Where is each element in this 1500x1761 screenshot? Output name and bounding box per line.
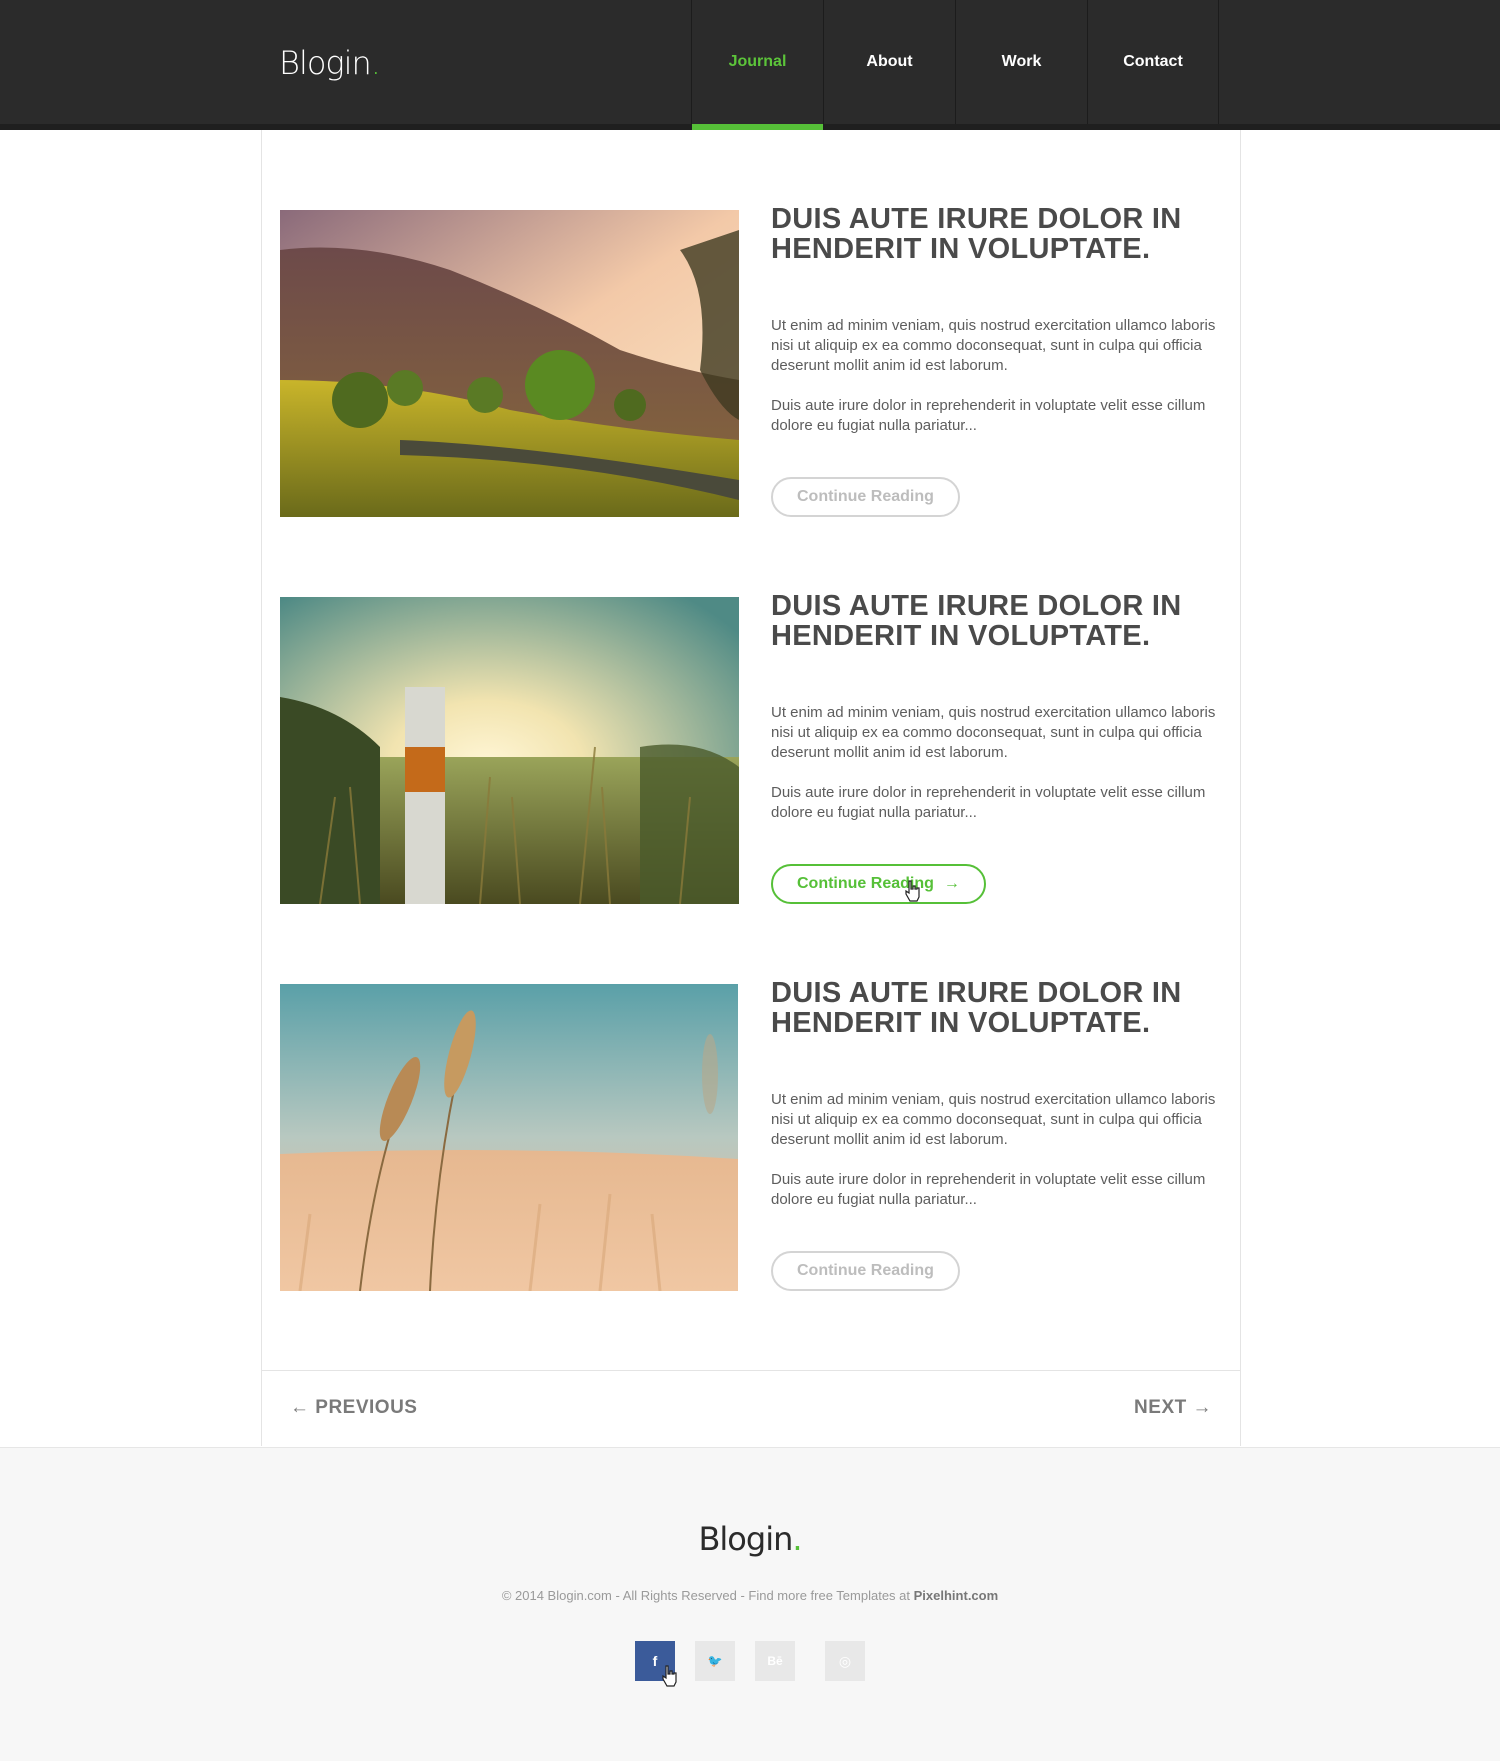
- nav-label: Work: [1001, 53, 1042, 70]
- button-label: Continue Reading: [797, 488, 934, 505]
- post-title[interactable]: DUIS AUTE IRURE DOLOR IN HENDERIT IN VOL…: [771, 978, 1211, 1038]
- continue-reading-button[interactable]: Continue Reading: [771, 477, 960, 517]
- blog-post: DUIS AUTE IRURE DOLOR IN HENDERIT IN VOL…: [280, 204, 1225, 520]
- post-excerpt: Duis aute irure dolor in reprehenderit i…: [771, 1171, 1206, 1208]
- nav-item-contact[interactable]: Contact: [1087, 0, 1219, 124]
- logo-dot: .: [792, 1520, 802, 1558]
- main-nav: Journal About Work Contact: [691, 0, 1219, 130]
- blog-post: DUIS AUTE IRURE DOLOR IN HENDERIT IN VOL…: [280, 591, 1225, 907]
- nav-label: About: [866, 53, 913, 70]
- logo-dot: .: [370, 44, 381, 82]
- post-excerpt: Ut enim ad minim veniam, quis nostrud ex…: [771, 704, 1216, 761]
- pixelhint-link[interactable]: Pixelhint.com: [914, 1588, 999, 1603]
- button-label: Continue Reading: [797, 1262, 934, 1279]
- post-image-sunset-grass[interactable]: [280, 597, 739, 904]
- site-logo[interactable]: Blogin.: [279, 44, 381, 82]
- post-image-wheat-field[interactable]: [280, 984, 739, 1291]
- next-page-link[interactable]: NEXT →: [1134, 1397, 1212, 1419]
- main-content: DUIS AUTE IRURE DOLOR IN HENDERIT IN VOL…: [261, 130, 1241, 1446]
- copyright-text: © 2014 Blogin.com - All Rights Reserved …: [0, 1588, 1500, 1603]
- post-title[interactable]: DUIS AUTE IRURE DOLOR IN HENDERIT IN VOL…: [771, 591, 1211, 651]
- nav-label: Journal: [728, 53, 787, 70]
- post-excerpt: Duis aute irure dolor in reprehenderit i…: [771, 784, 1206, 821]
- site-footer: Blogin. © 2014 Blogin.com - All Rights R…: [0, 1447, 1500, 1761]
- continue-reading-button[interactable]: Continue Reading →: [771, 864, 986, 904]
- continue-reading-button[interactable]: Continue Reading: [771, 1251, 960, 1291]
- behance-icon[interactable]: Bē: [755, 1641, 795, 1681]
- logo-text: Blogin: [698, 1520, 793, 1558]
- post-excerpt: Ut enim ad minim veniam, quis nostrud ex…: [771, 317, 1216, 374]
- blog-post: DUIS AUTE IRURE DOLOR IN HENDERIT IN VOL…: [280, 978, 1225, 1294]
- pagination: ← PREVIOUS NEXT →: [262, 1370, 1240, 1446]
- previous-page-link[interactable]: ← PREVIOUS: [290, 1397, 417, 1419]
- nav-item-journal[interactable]: Journal: [691, 0, 823, 130]
- twitter-icon[interactable]: 🐦: [695, 1641, 735, 1681]
- dribbble-icon[interactable]: ◎: [825, 1641, 865, 1681]
- footer-logo[interactable]: Blogin.: [0, 1520, 1500, 1558]
- post-excerpt: Duis aute irure dolor in reprehenderit i…: [771, 397, 1206, 434]
- site-header: Blogin. Journal About Work Contact: [0, 0, 1500, 130]
- arrow-right-icon: →: [943, 875, 960, 892]
- logo-text: Blogin: [279, 44, 372, 82]
- social-links: f 🐦 Bē ◎: [635, 1641, 875, 1687]
- post-excerpt: Ut enim ad minim veniam, quis nostrud ex…: [771, 1091, 1216, 1148]
- nav-label: Contact: [1123, 53, 1183, 70]
- post-image-hillside[interactable]: [280, 210, 739, 517]
- post-title[interactable]: DUIS AUTE IRURE DOLOR IN HENDERIT IN VOL…: [771, 204, 1211, 264]
- nav-item-work[interactable]: Work: [955, 0, 1087, 124]
- nav-item-about[interactable]: About: [823, 0, 955, 124]
- copyright-label: © 2014 Blogin.com - All Rights Reserved …: [501, 1588, 911, 1603]
- hand-cursor-icon: [662, 1665, 677, 1687]
- hand-cursor-icon: [905, 880, 920, 902]
